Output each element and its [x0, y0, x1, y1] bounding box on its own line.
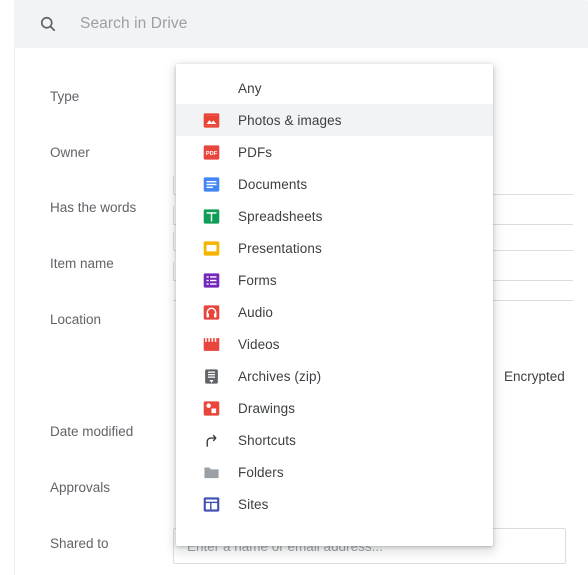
audio-icon [202, 303, 220, 321]
video-icon [202, 335, 220, 353]
search-input[interactable]: Search in Drive [80, 0, 187, 48]
dropdown-item-label: Archives (zip) [238, 368, 322, 384]
no-icon [202, 79, 220, 97]
location-option-encrypted[interactable]: Encrypted [504, 369, 565, 384]
dropdown-item-folders[interactable]: Folders [176, 456, 493, 488]
dropdown-item-shortcuts[interactable]: Shortcuts [176, 424, 493, 456]
dropdown-item-any[interactable]: Any [176, 72, 493, 104]
drawing-icon [202, 399, 220, 417]
field-edge-has-the-words [173, 232, 174, 250]
field-label-item-name: Item name [50, 256, 114, 271]
dropdown-item-forms[interactable]: Forms [176, 264, 493, 296]
dropdown-item-label: Presentations [238, 240, 322, 256]
photo-icon [202, 111, 220, 129]
dropdown-item-label: PDFs [238, 144, 273, 160]
dropdown-item-label: Photos & images [238, 112, 342, 128]
dropdown-item-label: Videos [238, 336, 280, 352]
dropdown-item-videos[interactable]: Videos [176, 328, 493, 360]
spreadsheet-icon [202, 207, 220, 225]
dropdown-item-label: Folders [238, 464, 284, 480]
dropdown-item-label: Forms [238, 272, 277, 288]
dropdown-item-sites[interactable]: Sites [176, 488, 493, 520]
dropdown-item-spreadsheets[interactable]: Spreadsheets [176, 200, 493, 232]
dropdown-item-audio[interactable]: Audio [176, 296, 493, 328]
presentation-icon [202, 239, 220, 257]
field-label-type: Type [50, 89, 80, 104]
dropdown-item-label: Documents [238, 176, 308, 192]
svg-text:PDF: PDF [205, 150, 217, 156]
folder-icon [202, 463, 220, 481]
dropdown-item-pdfs[interactable]: PDF PDFs [176, 136, 493, 168]
dropdown-item-label: Drawings [238, 400, 296, 416]
dropdown-item-label: Any [238, 80, 262, 96]
field-edge-item-name [173, 262, 174, 280]
dropdown-item-label: Spreadsheets [238, 208, 323, 224]
search-bar[interactable]: Search in Drive [14, 0, 588, 48]
field-label-owner: Owner [50, 145, 90, 160]
shortcut-icon [202, 431, 220, 449]
form-icon [202, 271, 220, 289]
pdf-icon: PDF [202, 143, 220, 161]
drive-advanced-search-screen: Search in Drive Type Owner Has the words… [0, 0, 588, 575]
document-icon [202, 175, 220, 193]
dropdown-item-drawings[interactable]: Drawings [176, 392, 493, 424]
field-label-approvals: Approvals [50, 480, 111, 495]
field-edge-owner [173, 206, 174, 224]
field-edge-type [173, 176, 174, 194]
dropdown-item-label: Audio [238, 304, 274, 320]
sites-icon [202, 495, 220, 513]
dropdown-item-photos-and-images[interactable]: Photos & images [176, 104, 493, 136]
dropdown-item-documents[interactable]: Documents [176, 168, 493, 200]
field-label-location: Location [50, 312, 102, 327]
field-label-has-the-words: Has the words [50, 200, 137, 215]
dropdown-item-archives-zip[interactable]: Archives (zip) [176, 360, 493, 392]
dropdown-item-label: Sites [238, 496, 269, 512]
archive-icon [202, 367, 220, 385]
search-icon [38, 14, 58, 34]
field-label-date-modified: Date modified [50, 424, 134, 439]
dropdown-item-presentations[interactable]: Presentations [176, 232, 493, 264]
field-label-shared-to: Shared to [50, 536, 109, 551]
dropdown-item-label: Shortcuts [238, 432, 296, 448]
type-dropdown-menu[interactable]: Any Photos & images PDF PDFs Documents S… [176, 64, 493, 546]
